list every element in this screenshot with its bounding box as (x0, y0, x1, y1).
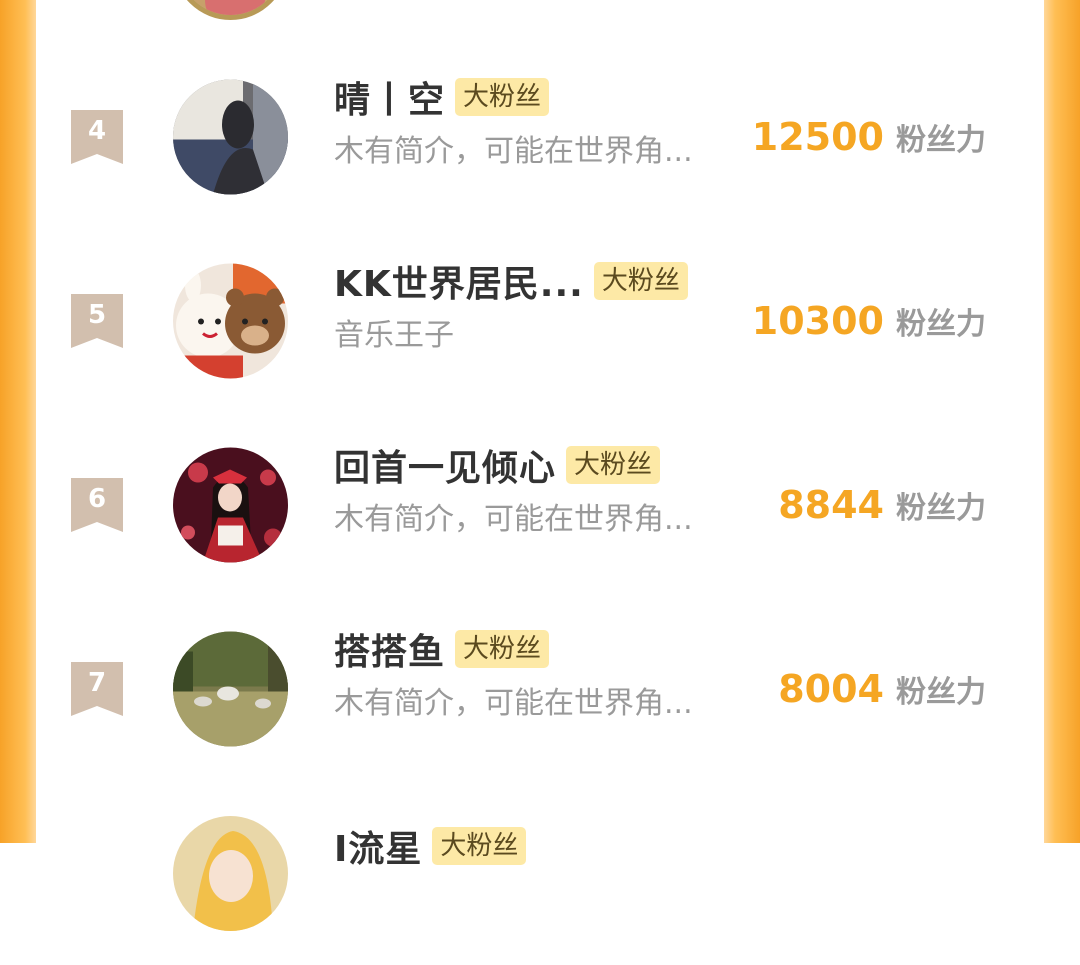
rank-tag: 6 (71, 478, 123, 532)
avatar[interactable] (173, 447, 288, 563)
user-name[interactable]: 搭搭鱼 (334, 623, 445, 675)
user-bio: 音乐王子 (334, 318, 454, 353)
avatar[interactable] (173, 631, 288, 747)
user-name[interactable]: 晴丨空 (334, 71, 445, 123)
rank-number: 6 (87, 484, 107, 514)
fan-power: 8004 粉丝力 (778, 667, 986, 711)
fan-power: 10300 粉丝力 (752, 299, 986, 343)
fan-power-unit: 粉丝力 (896, 675, 986, 710)
rank-number: 5 (87, 300, 107, 330)
avatar[interactable] (173, 79, 288, 195)
fan-power-unit: 粉丝力 (896, 491, 986, 526)
ranking-row[interactable]: 5 KK世界居民... 大粉丝 音乐王子 10300 粉丝力 (36, 229, 1044, 413)
fan-power: 8844 粉丝力 (778, 483, 986, 527)
fan-power-value: 12500 (751, 115, 884, 159)
fan-power-unit: 粉丝力 (896, 307, 986, 342)
big-fan-badge: 大粉丝 (432, 827, 527, 865)
fan-power-value: 10300 (751, 299, 884, 343)
fan-power: 12500 粉丝力 (752, 115, 986, 159)
avatar[interactable] (173, 263, 288, 379)
user-name[interactable]: 回首一见倾心 (334, 439, 556, 491)
user-bio: 木有简介，可能在世界角... (334, 502, 693, 537)
rank-number: 4 (87, 116, 107, 146)
rank-tag: 4 (71, 110, 123, 164)
fan-power-value: 8004 (778, 667, 884, 711)
right-orange-border (1044, 0, 1080, 843)
user-name[interactable]: KK世界居民... (334, 255, 584, 307)
user-bio: 木有简介，可能在世界角... (334, 134, 693, 169)
ranking-row[interactable]: 7 搭搭鱼 大粉丝 木有简介，可能在世界角... 8004 粉丝力 (36, 597, 1044, 781)
rank-tag: 7 (71, 662, 123, 716)
big-fan-badge: 大粉丝 (455, 630, 550, 668)
ranking-row[interactable]: 4 晴丨空 大粉丝 木有简介，可能在世界角... 12500 粉丝力 (36, 45, 1044, 229)
user-bio: 木有简介，可能在世界角... (334, 686, 693, 721)
fan-power-unit: 粉丝力 (896, 123, 986, 158)
avatar[interactable] (173, 816, 288, 931)
big-fan-badge: 大粉丝 (593, 262, 688, 300)
rank-number: 7 (87, 668, 107, 698)
big-fan-badge: 大粉丝 (455, 78, 550, 116)
ranking-row[interactable]: 6 回首一见倾心 大粉丝 木有简介，可能在世界角... 8844 粉丝力 (36, 413, 1044, 597)
big-fan-badge: 大粉丝 (566, 446, 661, 484)
left-orange-border (0, 0, 36, 843)
user-name[interactable]: Ι流星 (334, 820, 422, 872)
avatar-top-partial[interactable] (173, 0, 288, 20)
ranking-row[interactable]: Ι流星 大粉丝 (36, 781, 1044, 965)
fan-power-value: 8844 (778, 483, 884, 527)
rank-tag: 5 (71, 294, 123, 348)
